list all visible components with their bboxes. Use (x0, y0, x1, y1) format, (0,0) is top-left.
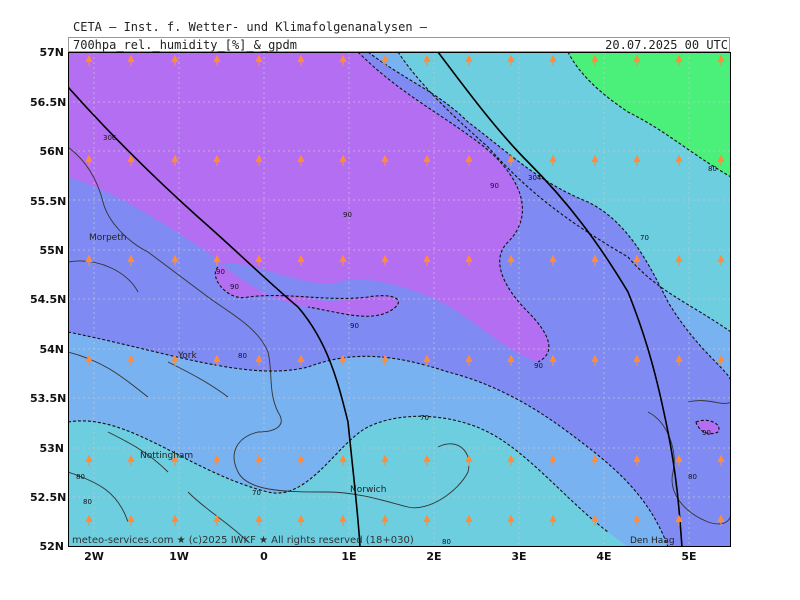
lat-tick-label: 54.5N (30, 293, 67, 306)
map-title: CETA — Inst. f. Wetter- und Klimafolgena… (73, 20, 428, 34)
contour-label: 304 (528, 174, 542, 182)
lat-tick-label: 55.5N (30, 195, 67, 208)
contour-label: 70 (640, 234, 649, 242)
contour-label: 80 (76, 473, 85, 481)
lon-tick-label: 2E (426, 550, 442, 563)
contour-label: 80 (708, 165, 717, 173)
contour-label: 90 (216, 268, 225, 276)
weather-map: 306 304 90 90 90 90 90 90 90 80 80 80 80… (67, 51, 732, 548)
lat-tick-label: 55N (39, 244, 64, 257)
place-den-haag: Den Haag (630, 536, 675, 546)
lon-tick-label: 0 (260, 550, 268, 563)
lon-tick-label: 3E (511, 550, 527, 563)
contour-label: 90 (534, 362, 543, 370)
contour-label: 80 (238, 352, 247, 360)
place-nottingham: Nottingham (140, 451, 193, 461)
place-york: York (177, 351, 198, 361)
valid-time: 20.07.2025 00 UTC (605, 38, 728, 52)
lon-tick-label: 1E (341, 550, 357, 563)
lon-tick-label: 2W (84, 550, 104, 563)
lat-tick-label: 53.5N (30, 392, 67, 405)
contour-label: 306 (103, 134, 117, 142)
lat-tick-label: 54N (39, 343, 64, 356)
lat-tick-label: 57N (39, 46, 64, 59)
lat-tick-label: 52N (39, 540, 64, 553)
lon-tick-label: 1W (169, 550, 189, 563)
place-morpeth: Morpeth (89, 233, 126, 243)
contour-label: 70 (252, 489, 261, 497)
lat-tick-label: 56N (39, 145, 64, 158)
lon-tick-label: 5E (681, 550, 697, 563)
contour-label: 80 (442, 538, 451, 546)
contour-label: 80 (83, 498, 92, 506)
contour-label: 90 (230, 283, 239, 291)
contour-label: 90 (343, 211, 352, 219)
contour-label: 80 (688, 473, 697, 481)
lat-tick-label: 53N (39, 442, 64, 455)
contour-label: 90 (350, 322, 359, 330)
contour-label: 90 (702, 429, 711, 437)
field-name: 700hpa_rel._humidity_[%]_&_gpdm (73, 38, 297, 52)
lat-tick-label: 52.5N (30, 491, 67, 504)
lon-tick-label: 4E (596, 550, 612, 563)
place-norwich: Norwich (350, 485, 386, 495)
lat-tick-label: 56.5N (30, 96, 67, 109)
contour-label: 90 (490, 182, 499, 190)
copyright-footer: meteo-services.com ★ (c)2025 IWKF ★ All … (72, 535, 414, 546)
contour-label: 70 (420, 414, 429, 422)
